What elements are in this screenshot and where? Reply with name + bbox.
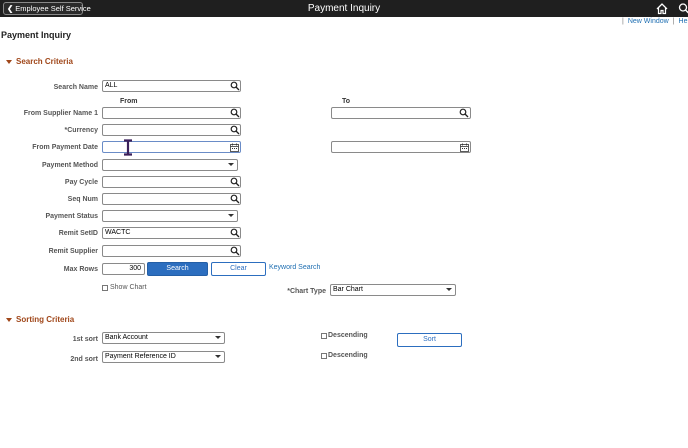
sorting-criteria-title: Sorting Criteria (16, 315, 75, 324)
lookup-search-icon[interactable] (230, 108, 240, 118)
calendar-icon[interactable] (230, 143, 239, 152)
calendar-icon[interactable] (460, 143, 469, 152)
chevron-down-icon (215, 355, 221, 358)
remit-setid-value: WACTC (105, 229, 131, 236)
link-separator: | (622, 18, 624, 25)
search-icon[interactable] (678, 2, 688, 15)
payment-method-select[interactable] (102, 159, 238, 171)
lookup-search-icon[interactable] (230, 177, 240, 187)
payment-date-label: From Payment Date (32, 144, 98, 151)
remit-setid-label: Remit SetID (58, 230, 98, 237)
clear-button[interactable]: Clear (211, 262, 266, 276)
home-icon[interactable] (655, 2, 669, 15)
search-name-value: ALL (105, 82, 118, 89)
max-rows-value: 300 (129, 265, 141, 272)
help-link[interactable]: He (679, 18, 688, 25)
search-name-input[interactable]: ALL (102, 80, 241, 92)
second-sort-label: 2nd sort (70, 356, 98, 363)
first-sort-descending-checkbox[interactable] (321, 333, 327, 339)
second-sort-descending-label: Descending (328, 352, 368, 359)
seq-num-input[interactable] (102, 193, 241, 205)
lookup-search-icon[interactable] (459, 108, 469, 118)
pay-cycle-input[interactable] (102, 176, 241, 188)
remit-setid-input[interactable]: WACTC (102, 227, 241, 239)
to-column-header: To (342, 98, 351, 105)
chevron-down-icon (228, 214, 234, 217)
lookup-search-icon[interactable] (230, 246, 240, 256)
pay-cycle-label: Pay Cycle (64, 179, 98, 186)
top-links: | New Window | He (622, 18, 688, 25)
page-title: Payment Inquiry (1, 30, 72, 40)
payment-status-select[interactable] (102, 210, 238, 222)
sort-button[interactable]: Sort (397, 333, 462, 347)
collapse-triangle-icon (6, 59, 12, 64)
new-window-link[interactable]: New Window (628, 18, 669, 25)
lookup-search-icon[interactable] (230, 81, 240, 91)
keyword-search-link[interactable]: Keyword Search (269, 264, 320, 271)
chevron-down-icon (228, 163, 234, 166)
payment-date-to-input[interactable] (331, 141, 471, 153)
chevron-down-icon (215, 336, 221, 339)
search-criteria-title: Search Criteria (16, 57, 73, 66)
first-sort-descending-label: Descending (328, 332, 368, 339)
lookup-search-icon[interactable] (230, 228, 240, 238)
first-sort-select[interactable]: Bank Account (102, 332, 225, 344)
from-supplier-from-input[interactable] (102, 107, 241, 119)
chart-type-label: *Chart Type (287, 288, 326, 295)
currency-input[interactable] (102, 124, 241, 136)
first-sort-value: Bank Account (105, 334, 148, 341)
from-supplier-label: From Supplier Name 1 (23, 110, 98, 117)
from-supplier-to-input[interactable] (331, 107, 471, 119)
max-rows-label: Max Rows (63, 266, 98, 273)
sorting-criteria-header[interactable]: Sorting Criteria (6, 315, 74, 324)
second-sort-value: Payment Reference ID (105, 353, 176, 360)
show-chart-label: Show Chart (110, 284, 147, 291)
banner-title: Payment Inquiry (307, 3, 381, 14)
lookup-search-icon[interactable] (230, 125, 240, 135)
search-button[interactable]: Search (147, 262, 208, 276)
link-separator: | (672, 18, 675, 25)
currency-label: *Currency (64, 127, 98, 134)
collapse-triangle-icon (6, 317, 12, 322)
top-banner: ❮ Employee Self Service Payment Inquiry (0, 0, 688, 17)
remit-supplier-input[interactable] (102, 245, 241, 257)
search-criteria-header[interactable]: Search Criteria (6, 57, 73, 66)
first-sort-label: 1st sort (72, 336, 98, 343)
chart-type-select[interactable]: Bar Chart (330, 284, 456, 296)
chevron-down-icon (446, 288, 452, 291)
chart-type-value: Bar Chart (333, 286, 363, 293)
payment-method-label: Payment Method (41, 162, 98, 169)
max-rows-input[interactable]: 300 (102, 263, 145, 275)
text-cursor-icon (124, 139, 132, 156)
show-chart-checkbox[interactable] (102, 285, 108, 291)
payment-status-label: Payment Status (45, 213, 98, 220)
from-column-header: From (120, 98, 138, 105)
second-sort-descending-checkbox[interactable] (321, 353, 327, 359)
lookup-search-icon[interactable] (230, 194, 240, 204)
seq-num-label: Seq Num (67, 196, 98, 203)
remit-supplier-label: Remit Supplier (48, 248, 98, 255)
search-name-label: Search Name (53, 84, 98, 91)
second-sort-select[interactable]: Payment Reference ID (102, 351, 225, 363)
